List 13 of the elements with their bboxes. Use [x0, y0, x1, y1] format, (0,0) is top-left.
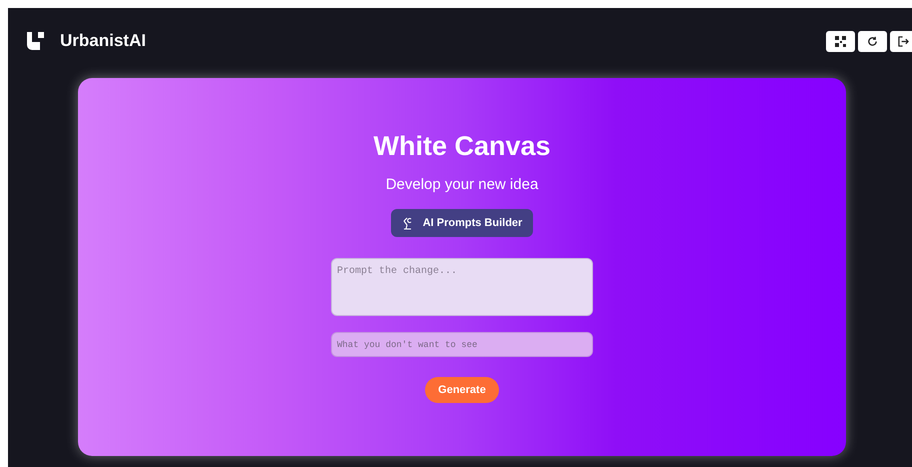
refresh-icon: [867, 36, 878, 47]
logo-icon: [26, 30, 46, 51]
prompts-builder-button[interactable]: AI Prompts Builder: [390, 209, 534, 237]
logout-button[interactable]: [890, 31, 912, 52]
card-title: White Canvas: [373, 130, 551, 163]
brand-name: UrbanistAI: [60, 30, 146, 52]
card-subtitle: Develop your new idea: [386, 175, 538, 195]
logout-icon: [898, 36, 909, 47]
qr-code-button[interactable]: [826, 31, 855, 52]
refresh-button[interactable]: [858, 31, 887, 52]
negative-prompt-field[interactable]: What you don't want to see: [331, 332, 593, 357]
prompt-field[interactable]: Prompt the change...: [331, 258, 593, 316]
qr-code-icon: [835, 36, 846, 47]
